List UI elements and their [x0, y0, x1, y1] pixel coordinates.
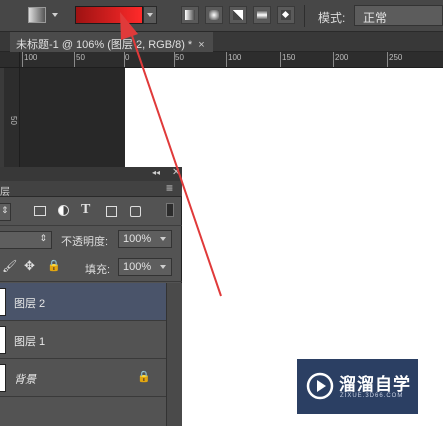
watermark-title: 溜溜自学	[339, 375, 411, 394]
watermark-subtitle: ZIXUE.3D66.COM	[340, 393, 404, 399]
watermark-logo: 溜溜自学 ZIXUE.3D66.COM	[297, 359, 418, 414]
play-logo-icon	[306, 372, 334, 400]
